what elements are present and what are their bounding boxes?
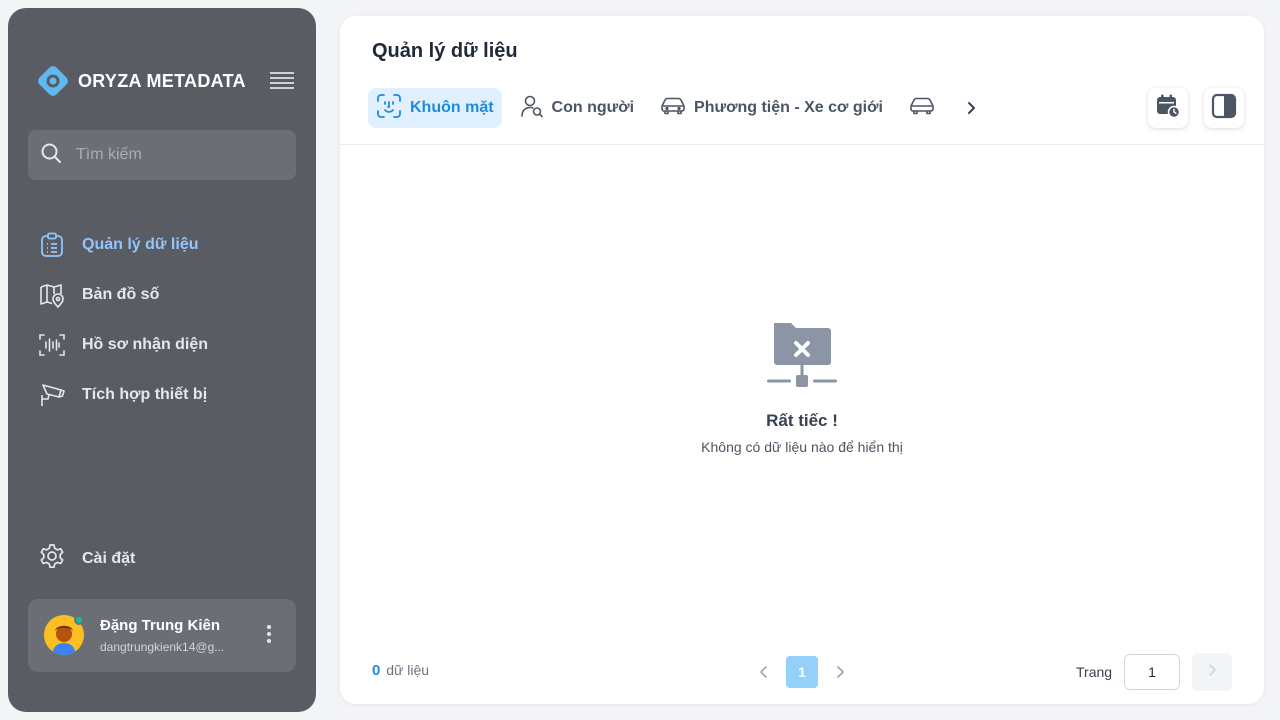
sidebar-item-data-management[interactable]: Quản lý dữ liệu bbox=[38, 220, 298, 270]
gear-icon bbox=[38, 542, 66, 575]
record-count-value: 0 bbox=[372, 662, 381, 679]
chevron-right-icon bbox=[1207, 663, 1217, 682]
tab-label: Phương tiện - Xe cơ giới bbox=[694, 99, 883, 116]
sidebar-nav: Quản lý dữ liệu Bản đồ số Hồ sơ nhận diệ… bbox=[38, 220, 298, 420]
page-number-button[interactable]: 1 bbox=[786, 656, 818, 688]
prev-page-icon[interactable] bbox=[752, 656, 776, 688]
face-scan-icon bbox=[376, 93, 402, 124]
search-box[interactable] bbox=[28, 130, 296, 180]
person-search-icon bbox=[520, 94, 544, 123]
map-pin-icon bbox=[38, 281, 66, 309]
voice-scan-icon bbox=[38, 331, 66, 359]
tab-label: Khuôn mặt bbox=[410, 99, 494, 116]
sidebar-item-settings[interactable]: Cài đặt bbox=[38, 542, 135, 575]
clipboard-list-icon bbox=[38, 231, 66, 259]
menu-toggle-icon[interactable] bbox=[270, 72, 294, 90]
page-jump-go-button[interactable] bbox=[1192, 653, 1232, 691]
page-jump-input[interactable] bbox=[1124, 654, 1180, 690]
user-name: Đặng Trung Kiên bbox=[100, 617, 220, 634]
tabs-scroll-right-icon[interactable] bbox=[961, 88, 981, 128]
sidebar-panel-icon bbox=[1211, 93, 1237, 124]
sidebar-item-recognition-profile[interactable]: Hồ sơ nhận diện bbox=[38, 320, 298, 370]
header-divider bbox=[340, 144, 1264, 145]
toggle-panel-button[interactable] bbox=[1204, 88, 1244, 128]
record-count-label: dữ liệu bbox=[386, 662, 430, 678]
online-status-dot bbox=[74, 615, 84, 625]
calendar-clock-icon bbox=[1155, 93, 1181, 124]
page-jump-label: Trang bbox=[1076, 664, 1113, 680]
pagination: 1 bbox=[752, 656, 852, 688]
oryza-logo-icon bbox=[36, 64, 70, 98]
user-email: dangtrungkienk14@g... bbox=[100, 640, 225, 654]
tab-face[interactable]: Khuôn mặt bbox=[368, 88, 502, 128]
tab-label: Con người bbox=[551, 99, 635, 116]
tab-motor-vehicles[interactable]: Phương tiện - Xe cơ giới bbox=[652, 88, 891, 128]
page-title: Quản lý dữ liệu bbox=[372, 40, 518, 62]
sidebar-item-label: Hồ sơ nhận diện bbox=[82, 336, 209, 353]
sidebar: ORYZA METADATA Quản lý dữ liệu Bản đồ số bbox=[8, 8, 316, 712]
search-icon bbox=[40, 142, 62, 169]
search-input[interactable] bbox=[76, 146, 276, 164]
car-icon bbox=[909, 95, 935, 122]
main-panel: Quản lý dữ liệu Khuôn mặt Con người Phươ… bbox=[340, 16, 1264, 704]
brand-name: ORYZA METADATA bbox=[78, 70, 246, 91]
next-page-icon[interactable] bbox=[828, 656, 852, 688]
sidebar-item-label: Bản đồ số bbox=[82, 286, 160, 303]
brand[interactable]: ORYZA METADATA bbox=[36, 64, 246, 98]
empty-state-description: Không có dữ liệu nào để hiển thị bbox=[701, 439, 903, 455]
empty-state: Rất tiếc ! Không có dữ liệu nào để hiển … bbox=[652, 318, 952, 455]
sidebar-item-device-integration[interactable]: Tích hợp thiết bị bbox=[38, 370, 298, 420]
tab-vehicles-more[interactable] bbox=[901, 88, 951, 128]
calendar-schedule-button[interactable] bbox=[1148, 88, 1188, 128]
car-icon bbox=[660, 95, 686, 122]
user-card[interactable]: Đặng Trung Kiên dangtrungkienk14@g... bbox=[28, 599, 296, 672]
sidebar-item-label: Tích hợp thiết bị bbox=[82, 386, 208, 403]
record-count: 0 dữ liệu bbox=[372, 662, 429, 679]
sidebar-item-digital-map[interactable]: Bản đồ số bbox=[38, 270, 298, 320]
settings-label: Cài đặt bbox=[82, 549, 136, 567]
cctv-camera-icon bbox=[38, 381, 66, 409]
sidebar-item-label: Quản lý dữ liệu bbox=[82, 236, 199, 253]
empty-state-title: Rất tiếc ! bbox=[766, 411, 838, 430]
more-options-icon[interactable] bbox=[264, 625, 274, 647]
folder-network-error-icon bbox=[766, 318, 838, 395]
tab-people[interactable]: Con người bbox=[512, 88, 643, 128]
category-tabs: Khuôn mặt Con người Phương tiện - Xe cơ … bbox=[368, 88, 981, 128]
